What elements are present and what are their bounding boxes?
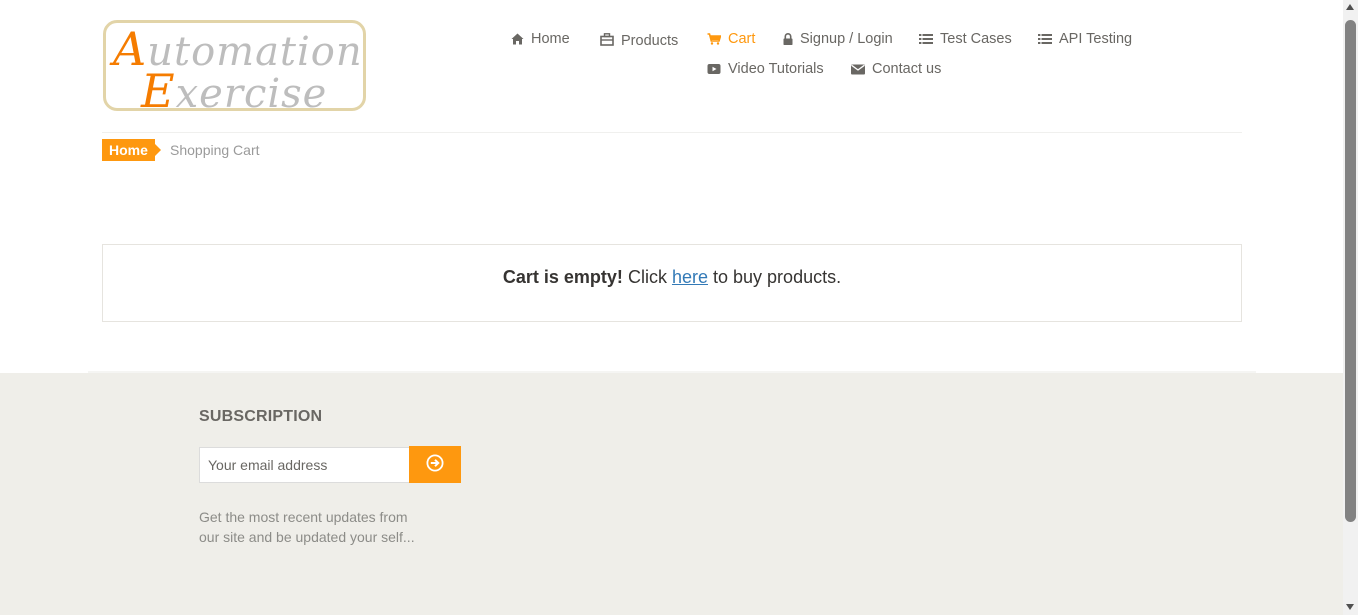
products-icon bbox=[600, 33, 614, 46]
list-icon bbox=[1038, 33, 1052, 45]
empty-cart-message: Cart is empty! Click here to buy product… bbox=[103, 267, 1241, 288]
nav-products-label: Products bbox=[621, 33, 679, 49]
subscription-title: SUBSCRIPTION bbox=[199, 408, 323, 425]
home-icon bbox=[511, 33, 524, 45]
vertical-scrollbar[interactable] bbox=[1343, 0, 1358, 615]
breadcrumb-current: Shopping Cart bbox=[170, 142, 260, 158]
header-divider bbox=[102, 132, 1242, 133]
nav-signup-login-label: Signup / Login bbox=[800, 31, 893, 47]
breadcrumb-home[interactable]: Home bbox=[102, 139, 161, 161]
cart-after-link: to buy products. bbox=[713, 267, 842, 287]
nav-video-tutorials-label: Video Tutorials bbox=[728, 61, 824, 77]
nav-cart[interactable]: Cart bbox=[707, 31, 755, 47]
nav-test-cases-label: Test Cases bbox=[940, 31, 1012, 47]
nav-contact-us[interactable]: Contact us bbox=[851, 61, 941, 77]
scroll-up-arrow-icon[interactable] bbox=[1346, 4, 1354, 10]
nav-home-label: Home bbox=[531, 31, 570, 47]
subscription-description: Get the most recent updates from our sit… bbox=[199, 509, 415, 545]
scrollbar-thumb[interactable] bbox=[1345, 20, 1356, 522]
nav-signup-login[interactable]: Signup / Login bbox=[783, 31, 893, 47]
cart-click-text: Click bbox=[627, 267, 667, 287]
youtube-play-icon bbox=[707, 63, 721, 75]
nav-test-cases[interactable]: Test Cases bbox=[919, 31, 1012, 47]
empty-cart-box: Cart is empty! Click here to buy product… bbox=[102, 244, 1242, 322]
page: Automation Exercise Home Products Cart S… bbox=[0, 0, 1343, 615]
nav-api-testing-label: API Testing bbox=[1059, 31, 1133, 47]
nav-home[interactable]: Home bbox=[511, 31, 570, 47]
logo-line-2: Exercise bbox=[141, 64, 328, 118]
subscribe-button[interactable] bbox=[409, 446, 461, 483]
list-icon bbox=[919, 33, 933, 45]
arrow-circle-right-icon bbox=[426, 454, 444, 475]
site-logo[interactable]: Automation Exercise bbox=[103, 20, 366, 118]
envelope-icon bbox=[851, 64, 865, 75]
cart-empty-bold: Cart is empty! bbox=[502, 267, 623, 287]
buy-products-link[interactable]: here bbox=[672, 267, 708, 287]
cart-icon bbox=[707, 33, 721, 45]
lock-icon bbox=[783, 33, 793, 45]
nav-api-testing[interactable]: API Testing bbox=[1038, 31, 1132, 47]
nav-cart-label: Cart bbox=[728, 31, 756, 47]
scroll-down-arrow-icon[interactable] bbox=[1346, 604, 1354, 610]
nav-contact-us-label: Contact us bbox=[872, 61, 942, 77]
nav-products[interactable]: Products bbox=[600, 30, 678, 49]
footer: SUBSCRIPTION Get the most recent updates… bbox=[0, 373, 1343, 615]
nav-video-tutorials[interactable]: Video Tutorials bbox=[707, 61, 824, 77]
subscription-email-input[interactable] bbox=[199, 447, 410, 483]
